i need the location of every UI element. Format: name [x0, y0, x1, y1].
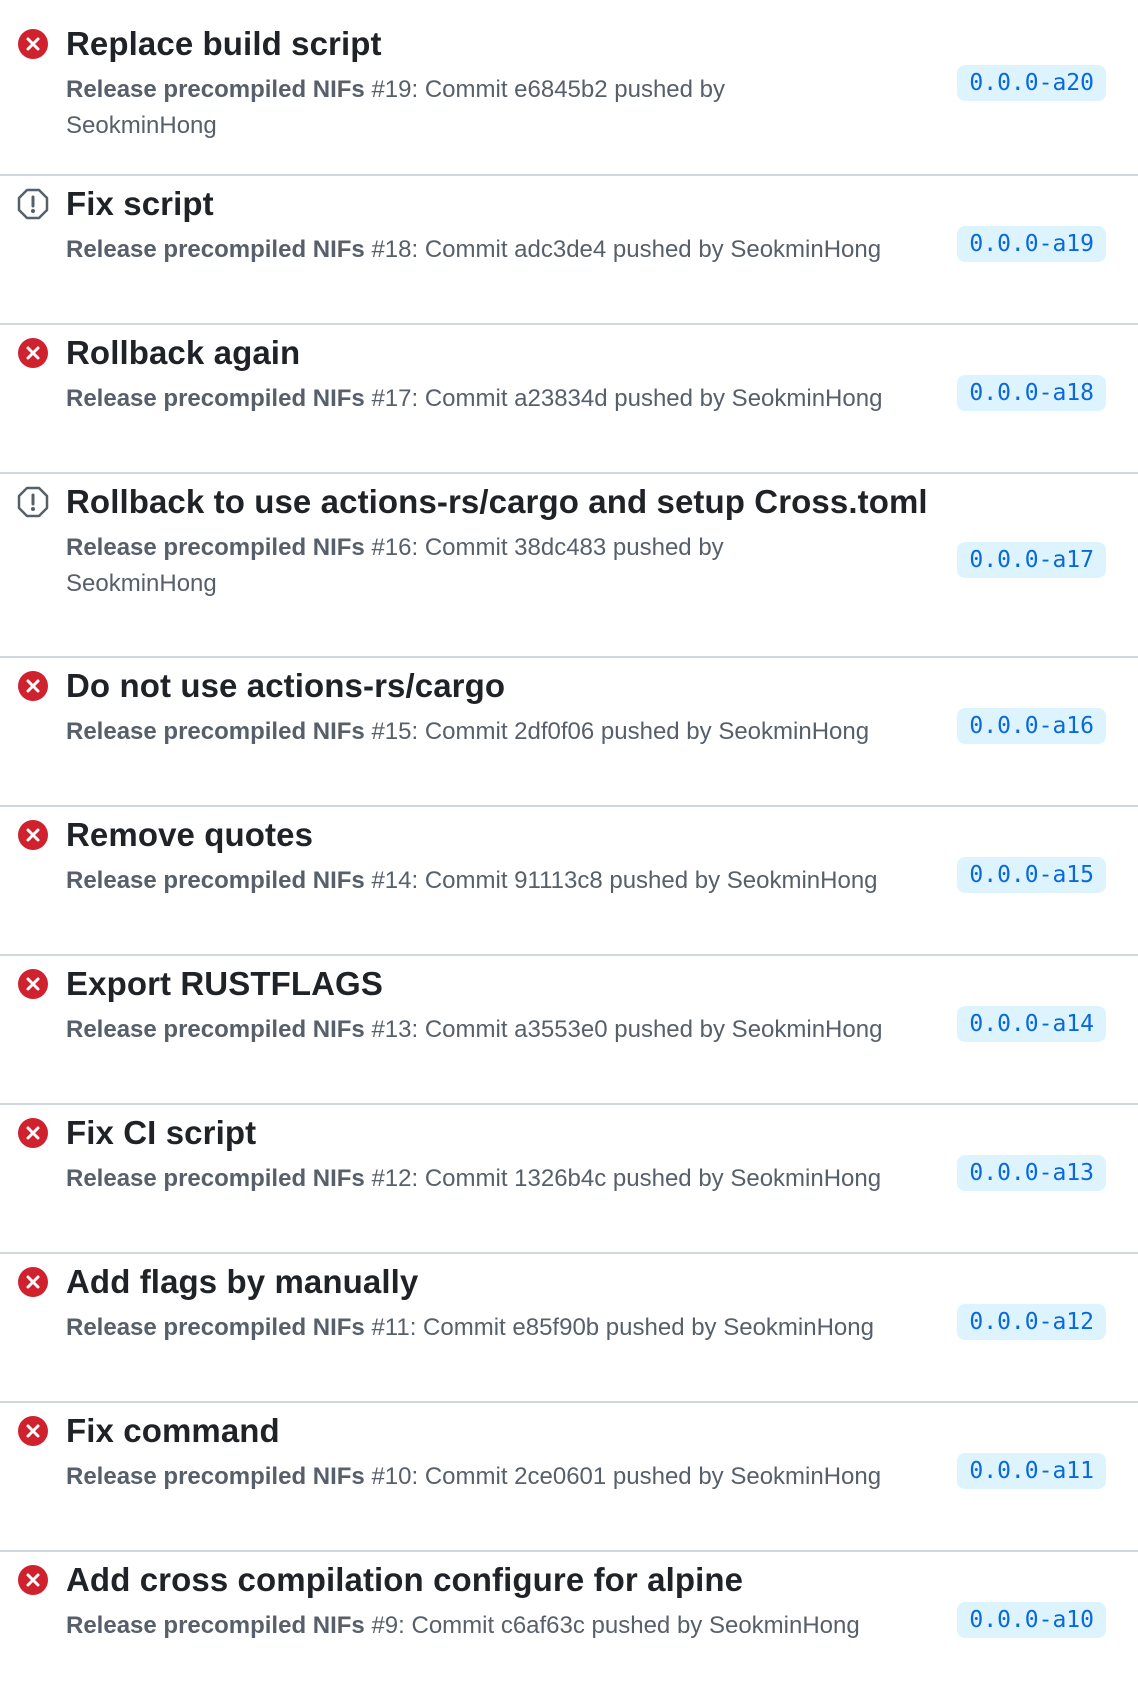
run-title-link[interactable]: Replace build script — [66, 25, 382, 63]
x-circle-fill-icon — [17, 968, 49, 1000]
workflow-name: Release precompiled NIFs — [66, 718, 365, 745]
branch-badge[interactable]: 0.0.0-a11 — [957, 1453, 1106, 1489]
x-circle-fill-icon — [17, 337, 49, 369]
run-meta: Release precompiled NIFs #16: Commit 38d… — [66, 530, 786, 602]
run-title-link[interactable]: Rollback again — [66, 334, 300, 372]
stop-circle-icon — [17, 486, 49, 518]
run-info: #18: Commit adc3de4 pushed by SeokminHon… — [364, 236, 882, 263]
run-title-link[interactable]: Add cross compilation configure for alpi… — [66, 1561, 743, 1599]
workflow-name: Release precompiled NIFs — [66, 76, 365, 103]
workflow-name: Release precompiled NIFs — [66, 1612, 365, 1639]
x-circle-fill-icon — [17, 670, 49, 702]
run-meta: Release precompiled NIFs #14: Commit 911… — [66, 863, 916, 899]
branch-badge[interactable]: 0.0.0-a19 — [957, 226, 1106, 262]
run-title-link[interactable]: Fix command — [66, 1412, 280, 1450]
branch-badge[interactable]: 0.0.0-a15 — [957, 857, 1106, 893]
run-info: #14: Commit 91113c8 pushed by SeokminHon… — [364, 867, 878, 894]
run-title-link[interactable]: Remove quotes — [66, 816, 313, 854]
workflow-run-row[interactable]: Rollback again Release precompiled NIFs … — [0, 325, 1138, 474]
workflow-run-row[interactable]: Replace build script Release precompiled… — [0, 0, 1138, 176]
workflow-name: Release precompiled NIFs — [66, 1314, 365, 1341]
run-meta: Release precompiled NIFs #9: Commit c6af… — [66, 1608, 916, 1644]
run-meta: Release precompiled NIFs #10: Commit 2ce… — [66, 1459, 916, 1495]
workflow-run-row[interactable]: Add flags by manually Release precompile… — [0, 1254, 1138, 1403]
workflow-name: Release precompiled NIFs — [66, 534, 365, 561]
workflow-run-row[interactable]: Export RUSTFLAGS Release precompiled NIF… — [0, 956, 1138, 1105]
run-meta: Release precompiled NIFs #11: Commit e85… — [66, 1310, 916, 1346]
branch-badge[interactable]: 0.0.0-a17 — [957, 542, 1106, 578]
run-title-link[interactable]: Rollback to use actions-rs/cargo and set… — [66, 483, 928, 521]
x-circle-fill-icon — [17, 1117, 49, 1149]
workflow-name: Release precompiled NIFs — [66, 1463, 365, 1490]
workflow-runs-list: Replace build script Release precompiled… — [0, 0, 1138, 1695]
x-circle-fill-icon — [17, 1266, 49, 1298]
run-meta: Release precompiled NIFs #19: Commit e68… — [66, 72, 786, 144]
stop-circle-icon — [17, 188, 49, 220]
workflow-name: Release precompiled NIFs — [66, 385, 365, 412]
branch-badge[interactable]: 0.0.0-a12 — [957, 1304, 1106, 1340]
x-circle-fill-icon — [17, 28, 49, 60]
run-meta: Release precompiled NIFs #12: Commit 132… — [66, 1161, 916, 1197]
run-meta: Release precompiled NIFs #18: Commit adc… — [66, 232, 916, 268]
workflow-run-row[interactable]: Do not use actions-rs/cargo Release prec… — [0, 658, 1138, 807]
run-info: #10: Commit 2ce0601 pushed by SeokminHon… — [364, 1463, 882, 1490]
run-title-link[interactable]: Do not use actions-rs/cargo — [66, 667, 505, 705]
run-info: #13: Commit a3553e0 pushed by SeokminHon… — [364, 1016, 883, 1043]
x-circle-fill-icon — [17, 1415, 49, 1447]
x-circle-fill-icon — [17, 819, 49, 851]
run-meta: Release precompiled NIFs #17: Commit a23… — [66, 381, 916, 417]
branch-badge[interactable]: 0.0.0-a10 — [957, 1602, 1106, 1638]
x-circle-fill-icon — [17, 1564, 49, 1596]
workflow-name: Release precompiled NIFs — [66, 236, 365, 263]
run-title-link[interactable]: Export RUSTFLAGS — [66, 965, 383, 1003]
run-title-link[interactable]: Fix CI script — [66, 1114, 256, 1152]
workflow-run-row[interactable]: Fix command Release precompiled NIFs #10… — [0, 1403, 1138, 1552]
run-info: #9: Commit c6af63c pushed by SeokminHong — [364, 1612, 860, 1639]
workflow-run-row[interactable]: Fix script Release precompiled NIFs #18:… — [0, 176, 1138, 325]
workflow-name: Release precompiled NIFs — [66, 1165, 365, 1192]
branch-badge[interactable]: 0.0.0-a13 — [957, 1155, 1106, 1191]
branch-badge[interactable]: 0.0.0-a14 — [957, 1006, 1106, 1042]
run-meta: Release precompiled NIFs #13: Commit a35… — [66, 1012, 916, 1048]
run-info: #15: Commit 2df0f06 pushed by SeokminHon… — [364, 718, 870, 745]
run-title-link[interactable]: Add flags by manually — [66, 1263, 418, 1301]
workflow-name: Release precompiled NIFs — [66, 1016, 365, 1043]
workflow-run-row[interactable]: Remove quotes Release precompiled NIFs #… — [0, 807, 1138, 956]
run-meta: Release precompiled NIFs #15: Commit 2df… — [66, 714, 916, 750]
branch-badge[interactable]: 0.0.0-a16 — [957, 708, 1106, 744]
run-info: #12: Commit 1326b4c pushed by SeokminHon… — [364, 1165, 882, 1192]
workflow-run-row[interactable]: Fix CI script Release precompiled NIFs #… — [0, 1105, 1138, 1254]
branch-badge[interactable]: 0.0.0-a18 — [957, 375, 1106, 411]
run-info: #17: Commit a23834d pushed by SeokminHon… — [364, 385, 883, 412]
run-info: #11: Commit e85f90b pushed by SeokminHon… — [364, 1314, 874, 1341]
workflow-name: Release precompiled NIFs — [66, 867, 365, 894]
run-title-link[interactable]: Fix script — [66, 185, 214, 223]
workflow-run-row[interactable]: Rollback to use actions-rs/cargo and set… — [0, 474, 1138, 658]
workflow-run-row[interactable]: Add cross compilation configure for alpi… — [0, 1552, 1138, 1695]
branch-badge[interactable]: 0.0.0-a20 — [957, 65, 1106, 101]
